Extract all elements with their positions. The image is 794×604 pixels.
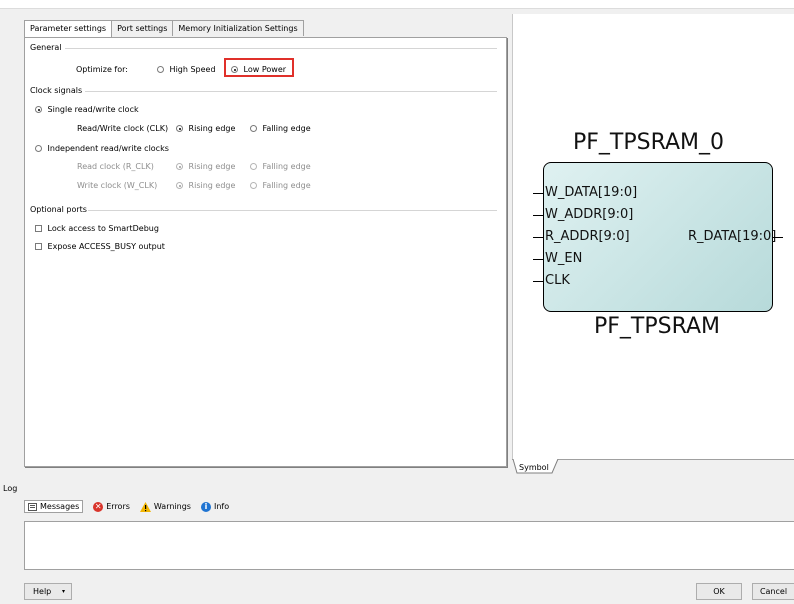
optional-ports-group-title: Optional ports xyxy=(30,205,87,214)
settings-tabs: Parameter settings Port settings Memory … xyxy=(24,20,304,38)
component-name: PF_TPSRAM xyxy=(594,314,721,339)
write-falling-radio xyxy=(250,182,257,189)
independent-clocks-radio[interactable] xyxy=(35,145,42,152)
log-output-area[interactable] xyxy=(24,521,794,570)
instance-name: PF_TPSRAM_0 xyxy=(573,130,725,155)
pin-r-data: R_DATA[19:0] xyxy=(688,229,777,244)
write-falling-label: Falling edge xyxy=(262,181,311,190)
messages-label: Messages xyxy=(40,502,80,511)
low-power-label: Low Power xyxy=(243,65,287,74)
lock-smartdebug-option[interactable]: Lock access to SmartDebug xyxy=(35,224,159,233)
info-tab[interactable]: i Info xyxy=(200,501,230,512)
tab-symbol[interactable]: Symbol xyxy=(519,463,549,472)
read-clock-label: Read clock (R_CLK) xyxy=(77,162,154,171)
rw-falling-edge-option[interactable]: Falling edge xyxy=(250,124,311,133)
rw-rising-edge-option[interactable]: Rising edge xyxy=(176,124,235,133)
messages-tab[interactable]: Messages xyxy=(24,500,84,513)
expose-access-busy-option[interactable]: Expose ACCESS_BUSY output xyxy=(35,242,165,251)
clock-signals-group-title: Clock signals xyxy=(30,86,83,95)
single-clock-label: Single read/write clock xyxy=(47,105,139,114)
high-speed-radio[interactable] xyxy=(157,66,164,73)
write-rising-edge-option: Rising edge xyxy=(176,181,235,190)
pin-w-data: W_DATA[19:0] xyxy=(545,185,638,200)
read-falling-label: Falling edge xyxy=(262,162,311,171)
messages-icon xyxy=(28,502,37,511)
general-group-title: General xyxy=(30,43,62,52)
write-rising-label: Rising edge xyxy=(188,181,236,190)
high-speed-label: High Speed xyxy=(169,65,216,74)
write-falling-edge-option: Falling edge xyxy=(250,181,311,190)
rw-falling-label: Falling edge xyxy=(262,124,311,133)
errors-tab[interactable]: ✕ Errors xyxy=(93,501,130,512)
read-falling-radio xyxy=(250,163,257,170)
independent-clocks-label: Independent read/write clocks xyxy=(47,144,169,153)
optional-ports-divider xyxy=(88,210,497,211)
cancel-label: Cancel xyxy=(759,587,788,596)
pin-line xyxy=(533,259,543,260)
pin-line xyxy=(773,237,783,238)
write-clock-label: Write clock (W_CLK) xyxy=(77,181,158,190)
info-label: Info xyxy=(213,502,230,511)
expose-access-busy-checkbox[interactable] xyxy=(35,243,42,250)
rw-rising-radio[interactable] xyxy=(176,125,183,132)
help-label: Help xyxy=(33,587,52,596)
lock-smartdebug-label: Lock access to SmartDebug xyxy=(47,224,159,233)
clock-divider xyxy=(85,91,497,92)
rw-falling-radio[interactable] xyxy=(250,125,257,132)
info-icon: i xyxy=(200,501,211,512)
single-clock-radio[interactable] xyxy=(35,106,42,113)
pin-w-en: W_EN xyxy=(545,251,583,266)
low-power-option[interactable]: Low Power xyxy=(231,65,286,74)
pin-line xyxy=(533,193,543,194)
warnings-tab[interactable]: Warnings xyxy=(139,501,191,512)
ok-label: OK xyxy=(713,587,725,596)
independent-clocks-option[interactable]: Independent read/write clocks xyxy=(35,144,169,153)
help-button[interactable]: Help ▾ xyxy=(24,583,72,600)
pin-line xyxy=(533,215,543,216)
read-rising-edge-option: Rising edge xyxy=(176,162,235,171)
errors-label: Errors xyxy=(106,502,130,511)
read-rising-radio xyxy=(176,163,183,170)
log-filter-tabs: Messages ✕ Errors Warnings i Info xyxy=(24,500,229,513)
read-rising-label: Rising edge xyxy=(188,162,236,171)
single-clock-option[interactable]: Single read/write clock xyxy=(35,105,139,114)
lock-smartdebug-checkbox[interactable] xyxy=(35,225,42,232)
log-title: Log xyxy=(3,484,18,493)
tab-parameter-settings[interactable]: Parameter settings xyxy=(24,20,113,38)
rw-rising-label: Rising edge xyxy=(188,124,236,133)
tab-port-settings[interactable]: Port settings xyxy=(111,20,174,36)
parameter-settings-panel: General Optimize for: High Speed Low Pow… xyxy=(24,37,507,467)
warning-icon xyxy=(139,501,151,512)
read-falling-edge-option: Falling edge xyxy=(250,162,311,171)
pin-line xyxy=(533,237,543,238)
write-rising-radio xyxy=(176,182,183,189)
expose-access-busy-label: Expose ACCESS_BUSY output xyxy=(47,242,165,251)
rw-clock-label: Read/Write clock (CLK) xyxy=(77,124,169,133)
cancel-button[interactable]: Cancel xyxy=(752,583,794,600)
pin-w-addr: W_ADDR[9:0] xyxy=(545,207,634,222)
general-divider xyxy=(65,48,497,49)
warnings-label: Warnings xyxy=(153,502,191,511)
tab-memory-initialization-settings[interactable]: Memory Initialization Settings xyxy=(172,20,304,36)
ok-button[interactable]: OK xyxy=(696,583,742,600)
pin-clk: CLK xyxy=(545,273,570,288)
window-top-border xyxy=(0,0,794,9)
pin-line xyxy=(533,281,543,282)
pin-r-addr: R_ADDR[9:0] xyxy=(545,229,630,244)
high-speed-option[interactable]: High Speed xyxy=(157,65,216,74)
error-icon: ✕ xyxy=(93,501,104,512)
low-power-radio[interactable] xyxy=(231,66,238,73)
optimize-for-label: Optimize for: xyxy=(76,65,128,74)
dropdown-arrow-icon: ▾ xyxy=(61,588,65,595)
